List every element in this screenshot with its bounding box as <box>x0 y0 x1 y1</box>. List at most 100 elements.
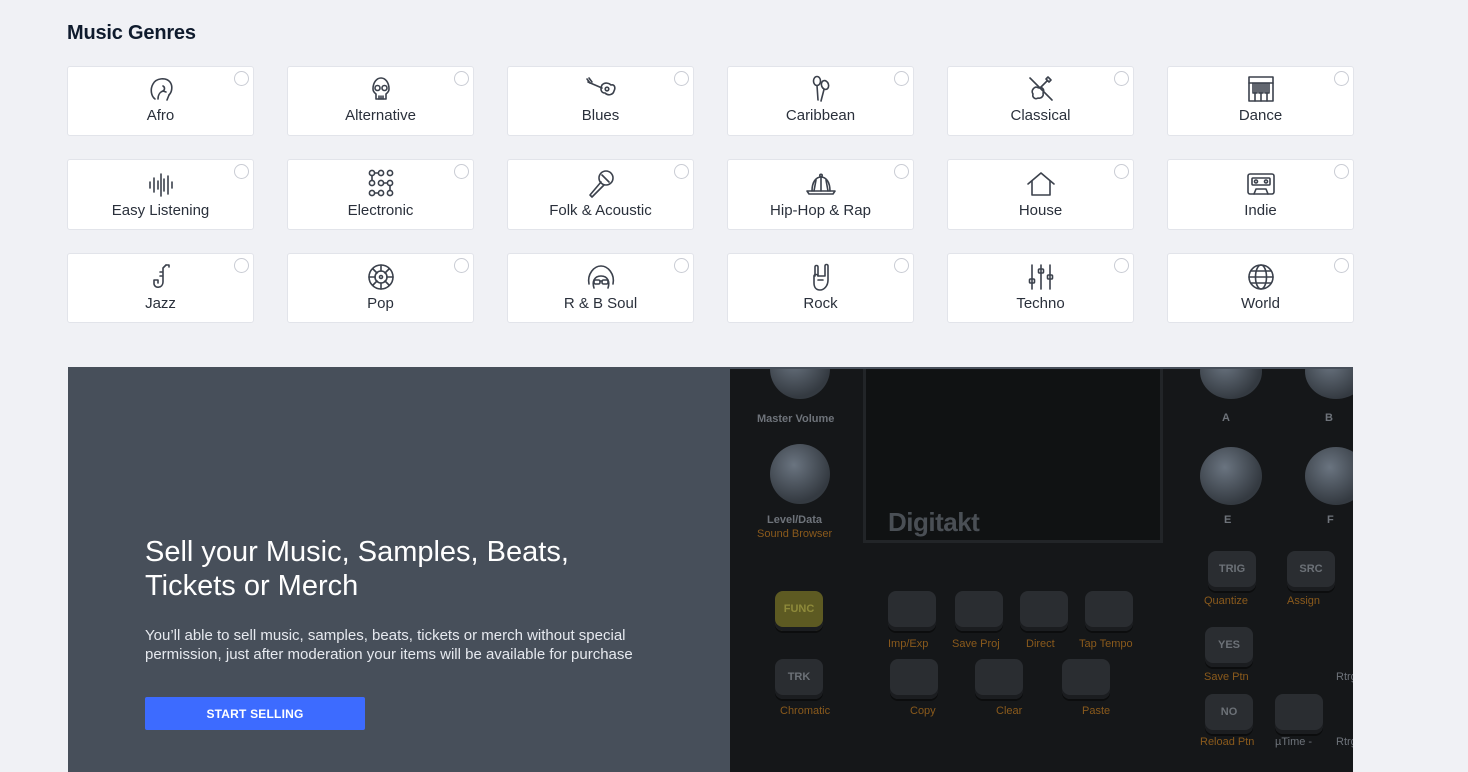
yes-key: YES <box>1205 627 1253 667</box>
house-icon <box>1025 169 1057 199</box>
genre-card-jazz[interactable]: Jazz <box>67 253 254 323</box>
genre-label: Hip-Hop & Rap <box>770 202 871 219</box>
genre-card-afro[interactable]: Afro <box>67 66 254 136</box>
src-key: SRC <box>1287 551 1335 591</box>
genre-card-hip-hop-rap[interactable]: Hip-Hop & Rap <box>727 159 914 230</box>
genre-card-techno[interactable]: Techno <box>947 253 1134 323</box>
afro-sunglasses-icon <box>585 262 617 292</box>
device-label: Rtrg <box>1336 671 1353 683</box>
start-selling-button[interactable]: START SELLING <box>145 697 365 730</box>
genre-radio[interactable] <box>894 164 909 179</box>
promo-text: You’ll able to sell music, samples, beat… <box>145 627 633 663</box>
genre-label: Electronic <box>347 202 414 219</box>
genre-radio[interactable] <box>454 71 469 86</box>
drum-machine-photo: Master Volume Level/Data Sound Browser D… <box>730 369 1353 772</box>
knob-e <box>1200 447 1262 505</box>
genre-radio[interactable] <box>1334 258 1349 273</box>
key-label: TRK <box>787 671 811 683</box>
genre-card-indie[interactable]: Indie <box>1167 159 1354 230</box>
genre-radio[interactable] <box>1114 71 1129 86</box>
knob-a <box>1200 369 1262 399</box>
genre-card-rnb-soul[interactable]: R & B Soul <box>507 253 694 323</box>
genre-radio[interactable] <box>674 164 689 179</box>
genre-card-folk-acoustic[interactable]: Folk & Acoustic <box>507 159 694 230</box>
genre-label: Caribbean <box>785 107 856 124</box>
level-data-knob <box>770 444 830 504</box>
utime-key <box>1275 694 1323 734</box>
device-label: Paste <box>1082 705 1111 717</box>
violin-icon <box>1025 74 1057 104</box>
guitar-icon <box>585 74 617 104</box>
genre-card-rock[interactable]: Rock <box>727 253 914 323</box>
section-title: Music Genres <box>67 22 196 44</box>
device-label: F <box>1327 514 1334 526</box>
genre-card-easy-listening[interactable]: Easy Listening <box>67 159 254 230</box>
device-label: Quantize <box>1204 595 1249 607</box>
genre-card-house[interactable]: House <box>947 159 1134 230</box>
genre-radio[interactable] <box>454 164 469 179</box>
genre-card-alternative[interactable]: Alternative <box>287 66 474 136</box>
clear-key <box>975 659 1023 699</box>
device-label: Save Proj <box>952 638 1000 650</box>
genre-label: Easy Listening <box>111 202 210 219</box>
device-label: Clear <box>996 705 1023 717</box>
key-label: FUNC <box>783 603 815 615</box>
genre-card-dance[interactable]: Dance <box>1167 66 1354 136</box>
genre-radio[interactable] <box>1334 71 1349 86</box>
genre-radio[interactable] <box>234 258 249 273</box>
device-label: Level/Data <box>767 514 823 526</box>
device-label: Assign <box>1287 595 1321 607</box>
piano-keys-icon <box>1245 74 1277 104</box>
genre-card-pop[interactable]: Pop <box>287 253 474 323</box>
device-label: Reload Ptn <box>1200 736 1255 748</box>
genre-radio[interactable] <box>1334 164 1349 179</box>
genre-label: Pop <box>367 295 394 312</box>
genre-card-blues[interactable]: Blues <box>507 66 694 136</box>
key-label: SRC <box>1299 563 1323 575</box>
knob-b <box>1305 369 1353 399</box>
genre-radio[interactable] <box>454 258 469 273</box>
genre-card-electronic[interactable]: Electronic <box>287 159 474 230</box>
genre-radio[interactable] <box>234 164 249 179</box>
genre-radio[interactable] <box>1114 258 1129 273</box>
mixer-sliders-icon <box>1025 262 1057 292</box>
globe-icon <box>1245 262 1277 292</box>
device-label: Master Volume <box>757 413 835 425</box>
vinyl-icon <box>365 262 397 292</box>
device-label: Direct <box>1026 638 1055 650</box>
genre-label: World <box>1241 295 1280 312</box>
afro-head-icon <box>145 74 177 104</box>
imp-exp-key <box>888 591 936 631</box>
genre-label: Techno <box>1016 295 1065 312</box>
trig-key: TRIG <box>1208 551 1256 591</box>
tap-tempo-key <box>1085 591 1133 631</box>
device-label: Save Ptn <box>1204 671 1249 683</box>
genre-radio[interactable] <box>674 258 689 273</box>
genre-card-world[interactable]: World <box>1167 253 1354 323</box>
genre-label: Classical <box>1010 107 1071 124</box>
soundwave-icon <box>145 170 177 200</box>
device-label: E <box>1224 514 1232 526</box>
genre-label: Jazz <box>145 295 176 312</box>
key-label: YES <box>1217 639 1240 651</box>
microphone-icon <box>585 169 617 199</box>
genre-grid: Afro Alternative Blues Caribbean Classic… <box>67 66 1354 323</box>
launchpad-icon <box>365 168 397 198</box>
genre-radio[interactable] <box>894 258 909 273</box>
saxophone-icon <box>145 262 177 292</box>
device-label: B <box>1325 412 1333 424</box>
genre-radio[interactable] <box>1114 164 1129 179</box>
genre-radio[interactable] <box>674 71 689 86</box>
copy-key <box>890 659 938 699</box>
device-label: Chromatic <box>780 705 831 717</box>
genre-label: House <box>1018 202 1063 219</box>
genre-label: R & B Soul <box>563 295 638 312</box>
skull-icon <box>365 74 397 104</box>
device-label: Rtrg <box>1336 736 1353 748</box>
genre-card-classical[interactable]: Classical <box>947 66 1134 136</box>
genre-card-caribbean[interactable]: Caribbean <box>727 66 914 136</box>
genre-radio[interactable] <box>894 71 909 86</box>
genre-radio[interactable] <box>234 71 249 86</box>
device-brand: Digitakt <box>888 507 980 537</box>
device-label: Imp/Exp <box>888 638 929 650</box>
